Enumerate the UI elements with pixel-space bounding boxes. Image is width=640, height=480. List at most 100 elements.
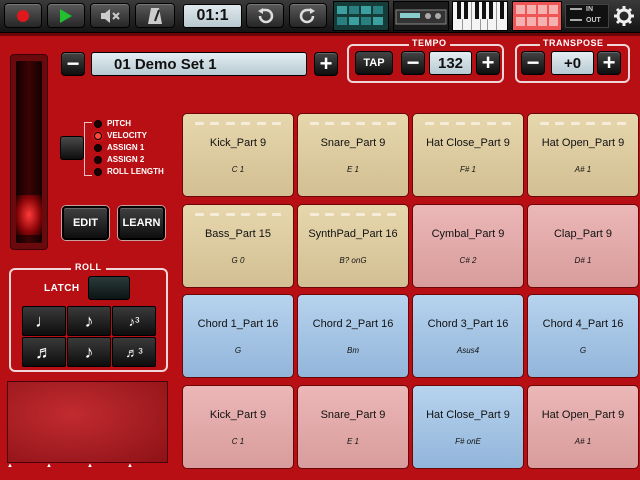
- settings-button[interactable]: [612, 4, 636, 28]
- redo-button[interactable]: [289, 3, 327, 28]
- latch-toggle[interactable]: [88, 276, 130, 300]
- metronome-icon: [148, 7, 162, 24]
- learn-button[interactable]: LEARN: [118, 206, 165, 240]
- pad-note: A# 1: [574, 437, 592, 446]
- pad-note: C 1: [231, 437, 245, 446]
- synth-view-button[interactable]: [393, 1, 449, 31]
- drum-pad[interactable]: Cymbal_Part 9 C# 2: [412, 204, 524, 288]
- mode-label: VELOCITY: [107, 131, 148, 140]
- pitch-led-icon: [94, 119, 102, 128]
- mode-item-pitch[interactable]: PITCH: [94, 118, 131, 129]
- roll-eighth-triplet-button[interactable]: ♪³: [112, 306, 156, 336]
- drum-pad[interactable]: Hat Close_Part 9 F# 1: [412, 113, 524, 197]
- pad-note: E 1: [346, 437, 359, 446]
- pad-name: Clap_Part 9: [553, 228, 613, 240]
- pad-name: Chord 3_Part 16: [427, 318, 509, 330]
- triangle-marker-icon: ▲: [46, 463, 52, 469]
- drum-pad[interactable]: Kick_Part 9 C 1: [182, 113, 294, 197]
- roll-sixteenth-triplet-button[interactable]: ♬³: [112, 337, 156, 367]
- pad-note: F# 1: [459, 165, 476, 174]
- drum-pad[interactable]: Chord 3_Part 16 Asus4: [412, 294, 524, 378]
- velocity-led-icon: [94, 131, 102, 140]
- mode-label: PITCH: [107, 119, 131, 128]
- mute-button[interactable]: [90, 3, 130, 28]
- pad-note: B? onG: [339, 256, 367, 265]
- metronome-button[interactable]: [135, 3, 175, 28]
- mixer-view-button[interactable]: [333, 1, 389, 31]
- tempo-display[interactable]: 132: [429, 51, 472, 75]
- mode-label: ROLL LENGTH: [107, 167, 164, 176]
- keyboard-view-button[interactable]: [452, 1, 508, 31]
- pad-name: Snare_Part 9: [320, 409, 386, 421]
- demo-set-display[interactable]: 01 Demo Set 1: [91, 52, 307, 76]
- drum-pad[interactable]: Bass_Part 15 G 0: [182, 204, 294, 288]
- slider-handle[interactable]: [16, 195, 42, 235]
- drum-pad[interactable]: Kick_Part 9 C 1: [182, 385, 294, 469]
- sixteenth-note-icon: ♬: [35, 341, 53, 362]
- pad-note: Bm: [347, 346, 359, 355]
- demo-set-next-button[interactable]: +: [314, 52, 338, 76]
- transpose-increase-button[interactable]: +: [597, 51, 621, 75]
- drum-pad[interactable]: Hat Open_Part 9 A# 1: [527, 385, 639, 469]
- play-button[interactable]: [47, 3, 85, 28]
- pad-name: Chord 2_Part 16: [312, 318, 394, 330]
- drum-pad[interactable]: Chord 1_Part 16 G: [182, 294, 294, 378]
- roll-thirtysecond-note-button[interactable]: ♪: [67, 337, 111, 367]
- demo-set-prev-button[interactable]: −: [61, 52, 85, 76]
- pad-note: F# onE: [455, 437, 481, 446]
- drum-pad[interactable]: Chord 4_Part 16 G: [527, 294, 639, 378]
- tempo-increase-button[interactable]: +: [476, 51, 500, 75]
- pad-name: Hat Close_Part 9: [426, 137, 510, 149]
- pad-indicator-dots: [540, 122, 626, 125]
- drum-pads-view-button[interactable]: [512, 1, 562, 31]
- tap-tempo-button[interactable]: TAP: [355, 51, 393, 75]
- transpose-display[interactable]: +0: [551, 51, 594, 75]
- record-button[interactable]: [4, 3, 42, 28]
- roll-eighth-note-button[interactable]: ♪: [67, 306, 111, 336]
- pad-note: C# 2: [459, 256, 477, 265]
- drum-pad[interactable]: Hat Open_Part 9 A# 1: [527, 113, 639, 197]
- pad-name: SynthPad_Part 16: [308, 228, 398, 240]
- pad-indicator-dots: [425, 122, 511, 125]
- mode-item-velocity[interactable]: VELOCITY: [94, 130, 147, 141]
- pad-name: Kick_Part 9: [209, 409, 267, 421]
- drum-pads-icon: [516, 5, 558, 26]
- triangle-marker-icon: ▲: [127, 463, 133, 469]
- pad-parameter-slider[interactable]: [10, 54, 48, 250]
- undo-button[interactable]: [246, 3, 284, 28]
- mode-label: ASSIGN 1: [107, 143, 145, 152]
- pad-note: A# 1: [574, 165, 592, 174]
- pad-indicator-dots: [310, 213, 396, 216]
- mode-item-roll-length[interactable]: ROLL LENGTH: [94, 166, 164, 177]
- assign-2-led-icon: [94, 155, 102, 164]
- xy-touch-pad[interactable]: [7, 381, 168, 463]
- gear-icon: [614, 6, 634, 26]
- roll-quarter-note-button[interactable]: ♩: [22, 306, 66, 336]
- drum-pad[interactable]: Snare_Part 9 E 1: [297, 113, 409, 197]
- undo-icon: [258, 7, 274, 23]
- drum-pad[interactable]: Snare_Part 9 E 1: [297, 385, 409, 469]
- pad-name: Hat Close_Part 9: [426, 409, 510, 421]
- mode-select-button[interactable]: [60, 136, 84, 160]
- triangle-marker-icon: ▲: [7, 463, 13, 469]
- roll-title: ROLL: [71, 262, 106, 272]
- play-icon: [60, 8, 72, 23]
- transpose-decrease-button[interactable]: −: [521, 51, 545, 75]
- edit-button[interactable]: EDIT: [62, 206, 109, 240]
- tempo-decrease-button[interactable]: −: [401, 51, 425, 75]
- mode-label: ASSIGN 2: [107, 155, 145, 164]
- roll-sixteenth-note-button[interactable]: ♬: [22, 337, 66, 367]
- drum-pad[interactable]: Clap_Part 9 D# 1: [527, 204, 639, 288]
- pad-note: Asus4: [456, 346, 480, 355]
- quarter-note-icon: ♩: [35, 310, 53, 331]
- position-counter[interactable]: 01:1: [183, 4, 242, 28]
- mode-item-assign-1[interactable]: ASSIGN 1: [94, 142, 144, 153]
- mode-item-assign-2[interactable]: ASSIGN 2: [94, 154, 144, 165]
- eighth-triplet-icon: ♪³: [128, 313, 140, 329]
- keyboard-icon: [457, 2, 504, 30]
- pad-note: C 1: [231, 165, 245, 174]
- drum-pad[interactable]: Chord 2_Part 16 Bm: [297, 294, 409, 378]
- drum-pad[interactable]: Hat Close_Part 9 F# onE: [412, 385, 524, 469]
- drum-pad[interactable]: SynthPad_Part 16 B? onG: [297, 204, 409, 288]
- transpose-title: TRANSPOSE: [540, 38, 607, 48]
